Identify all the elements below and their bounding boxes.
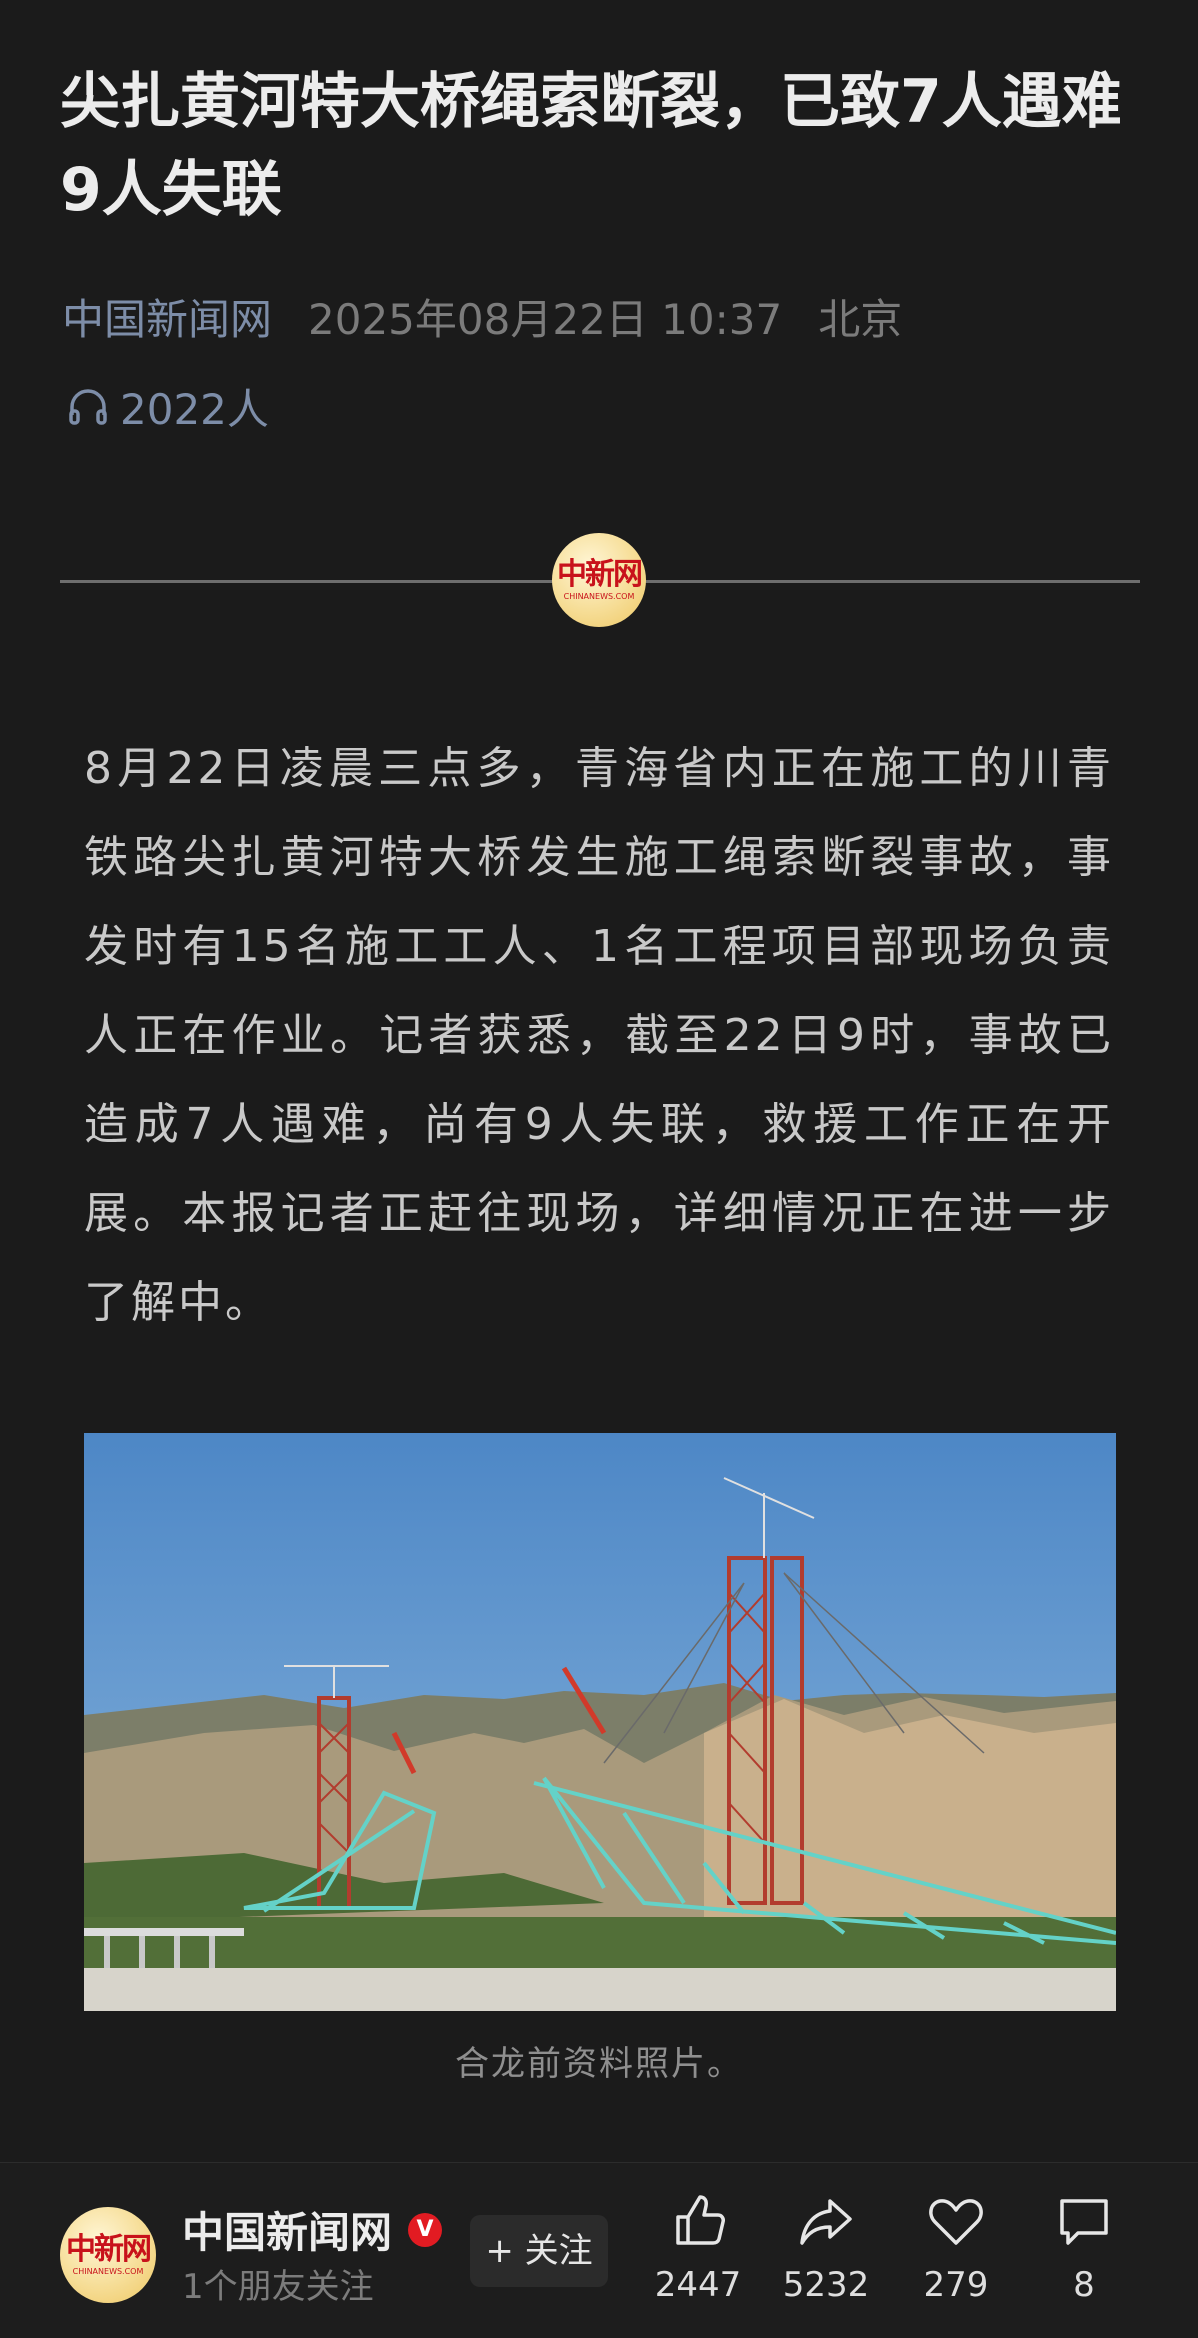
thumbs-up-icon xyxy=(676,2195,725,2245)
photo-caption: 合龙前资料照片。 xyxy=(455,2044,743,2084)
follow-button[interactable]: + 关注 xyxy=(470,2215,608,2287)
article-source[interactable]: 中国新闻网 xyxy=(62,286,272,347)
favorite-count: 279 xyxy=(923,2265,989,2305)
friends-following-label: 1个朋友关注 xyxy=(182,2267,374,2307)
comment-count: 8 xyxy=(1073,2265,1095,2305)
article-datetime: 2025年08月22日 10:37 xyxy=(308,295,783,344)
avatar-logo-subtext: CHINANEWS.COM xyxy=(72,2267,144,2276)
avatar-logo-text: 中新网 xyxy=(66,2232,152,2267)
comment-button[interactable]: 8 xyxy=(1024,2191,1144,2305)
avatar[interactable]: 中新网 CHINANEWS.COM xyxy=(60,2207,156,2303)
article-title: 尖扎黄河特大桥绳索断裂，已致7人遇难9人失联 xyxy=(60,67,1122,225)
article-location: 北京 xyxy=(818,295,903,344)
logo-text: 中新网 xyxy=(557,557,643,592)
share-count: 5232 xyxy=(782,2265,870,2305)
share-button[interactable]: 5232 xyxy=(766,2191,886,2305)
share-arrow-icon xyxy=(800,2199,852,2245)
comment-bubble-icon xyxy=(1060,2199,1108,2245)
bottom-action-bar: 中新网 CHINANEWS.COM 中国新闻网 V 1个朋友关注 + 关注 24… xyxy=(0,2162,1198,2338)
logo-subtext: CHINANEWS.COM xyxy=(563,592,635,601)
article-photo[interactable] xyxy=(84,1433,1116,2011)
article-paragraph: 8月22日凌晨三点多，青海省内正在施工的川青铁路尖扎黄河特大桥发生施工绳索断裂事… xyxy=(84,743,1114,1328)
favorite-button[interactable]: 279 xyxy=(896,2191,1016,2305)
bridge-construction-image xyxy=(84,1433,1116,2011)
article-meta: 中国新闻网 2025年08月22日 10:37 北京 xyxy=(62,286,902,347)
chinanews-logo-badge: 中新网 CHINANEWS.COM xyxy=(552,533,646,627)
account-name[interactable]: 中国新闻网 xyxy=(182,2199,392,2260)
like-count: 2447 xyxy=(654,2265,742,2305)
like-button[interactable]: 2447 xyxy=(638,2191,758,2305)
verified-badge: V xyxy=(408,2213,442,2247)
headphones-icon xyxy=(69,388,107,425)
listen-count[interactable]: 2022人 xyxy=(66,376,269,437)
listen-count-label: 2022人 xyxy=(120,385,269,434)
heart-icon xyxy=(929,2199,983,2245)
